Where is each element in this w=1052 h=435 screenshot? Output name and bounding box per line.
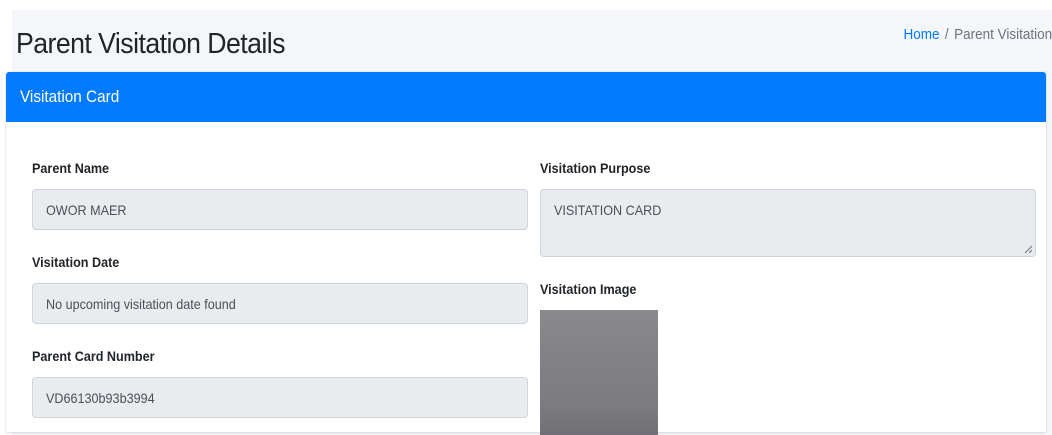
parent-name-value: OWOR MAER — [46, 201, 127, 218]
breadcrumb-home-link[interactable]: Home — [903, 26, 939, 43]
parent-card-number-label: Parent Card Number — [32, 348, 155, 364]
breadcrumb-separator: / — [944, 26, 949, 43]
visitation-purpose-textarea[interactable]: VISITATION CARD — [540, 189, 1036, 257]
breadcrumb: Home / Parent Visitation — [903, 26, 1052, 43]
visitation-date-field[interactable]: No upcoming visitation date found — [32, 283, 528, 324]
parent-card-number-value: VD66130b93b3994 — [46, 389, 155, 406]
card-header: Visitation Card — [6, 72, 1046, 122]
visitation-date-label: Visitation Date — [32, 254, 120, 270]
parent-name-field[interactable]: OWOR MAER — [32, 189, 528, 230]
parent-name-label: Parent Name — [32, 160, 110, 176]
breadcrumb-current: Parent Visitation — [953, 26, 1052, 43]
visitation-image-label: Visitation Image — [540, 281, 637, 297]
visitation-image — [540, 310, 658, 435]
parent-card-number-field[interactable]: VD66130b93b3994 — [32, 377, 528, 418]
visitation-purpose-label: Visitation Purpose — [540, 160, 651, 176]
page-title: Parent Visitation Details — [16, 28, 286, 60]
visitation-purpose-value: VISITATION CARD — [554, 202, 662, 218]
card-title: Visitation Card — [20, 87, 120, 106]
resize-handle-icon[interactable] — [1024, 245, 1032, 253]
visitation-date-value: No upcoming visitation date found — [46, 295, 236, 312]
